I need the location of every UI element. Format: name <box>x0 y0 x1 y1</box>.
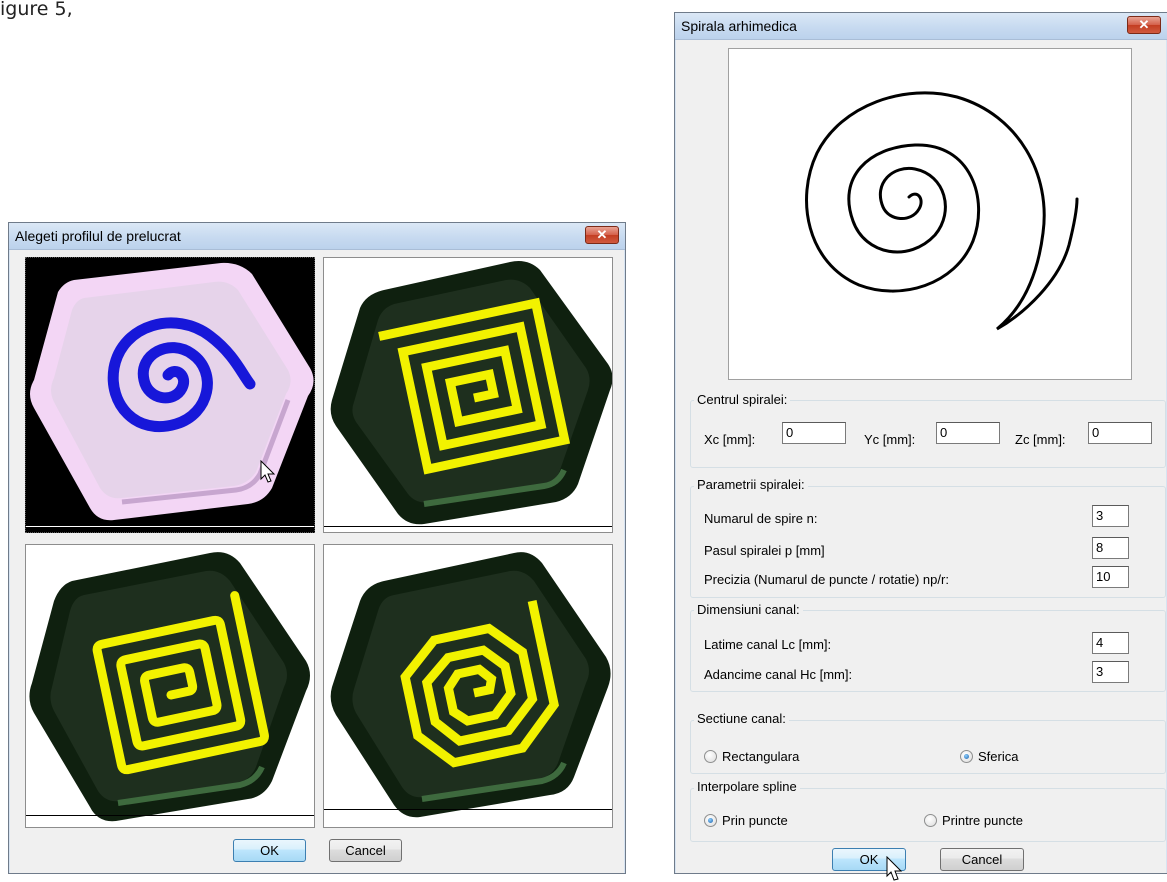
pitch-label: Pasul spiralei p [mm] <box>704 543 825 558</box>
rounded-square-spiral-preview <box>29 552 311 822</box>
square-spiral-preview <box>330 261 612 525</box>
tile-baseline <box>324 809 612 810</box>
mouse-cursor-icon <box>886 856 903 881</box>
profile-dialog-client: OK Cancel <box>10 250 624 873</box>
turns-input[interactable]: 3 <box>1092 505 1129 527</box>
xc-input[interactable]: 0 <box>782 422 846 444</box>
profile-dialog: Alegeti profilul de prelucrat ✕ OK Cance… <box>8 222 626 874</box>
precision-input[interactable]: 10 <box>1092 566 1129 588</box>
channel-width-label: Latime canal Lc [mm]: <box>704 637 832 652</box>
caption-fragment: igure 5, <box>0 0 73 20</box>
profile-tile-square-spiral[interactable] <box>323 257 613 533</box>
radio-printre-puncte[interactable] <box>924 814 937 827</box>
turns-label: Numarul de spire n: <box>704 511 818 526</box>
radio-sferica-label[interactable]: Sferica <box>978 749 1018 764</box>
channel-depth-label: Adancime canal Hc [mm]: <box>704 667 853 682</box>
channel-group-label: Dimensiuni canal: <box>694 602 803 617</box>
zc-label: Zc [mm]: <box>1015 432 1066 447</box>
channel-width-input[interactable]: 4 <box>1092 632 1129 654</box>
close-icon[interactable]: ✕ <box>1127 16 1161 34</box>
radio-prin-puncte[interactable] <box>704 814 717 827</box>
spline-group-label: Interpolare spline <box>694 779 800 794</box>
archimedean-spiral-preview <box>30 262 314 521</box>
section-group <box>690 720 1166 774</box>
octagonal-spiral-preview <box>330 552 611 818</box>
profile-tile-rounded-square-spiral[interactable] <box>25 544 315 828</box>
center-group-label: Centrul spiralei: <box>694 392 791 407</box>
tile-baseline <box>26 526 314 527</box>
radio-printre-puncte-label[interactable]: Printre puncte <box>942 813 1023 828</box>
zc-input[interactable]: 0 <box>1088 422 1152 444</box>
profile-tile-octagonal-spiral[interactable] <box>323 544 613 828</box>
mouse-cursor-icon <box>260 460 276 483</box>
tile-baseline <box>26 815 314 816</box>
close-icon[interactable]: ✕ <box>585 226 619 244</box>
spiral-preview-drawing <box>805 91 1079 331</box>
spiral-preview <box>728 48 1132 380</box>
profile-dialog-title: Alegeti profilul de prelucrat <box>15 228 181 244</box>
precision-label: Precizia (Numarul de puncte / rotatie) n… <box>704 572 949 587</box>
profile-dialog-titlebar[interactable]: Alegeti profilul de prelucrat ✕ <box>9 223 625 250</box>
radio-prin-puncte-label[interactable]: Prin puncte <box>722 813 788 828</box>
section-group-label: Sectiune canal: <box>694 711 789 726</box>
spiral-dialog-client: Centrul spiralei: Xc [mm]: 0 Yc [mm]: 0 … <box>676 40 1166 881</box>
yc-input[interactable]: 0 <box>936 422 1000 444</box>
yc-label: Yc [mm]: <box>864 432 916 447</box>
profile-tile-archimedean-spiral[interactable] <box>25 257 315 533</box>
pitch-input[interactable]: 8 <box>1092 537 1129 559</box>
spiral-dialog-titlebar[interactable]: Spirala arhimedica ✕ <box>675 13 1167 40</box>
spiral-dialog: Spirala arhimedica ✕ Centrul spiralei: X… <box>674 12 1167 881</box>
profile-ok-button[interactable]: OK <box>233 839 306 862</box>
profile-cancel-button[interactable]: Cancel <box>329 839 402 862</box>
spiral-dialog-title: Spirala arhimedica <box>681 18 797 34</box>
radio-sferica[interactable] <box>960 750 973 763</box>
tile-baseline <box>324 526 612 527</box>
channel-depth-input[interactable]: 3 <box>1092 661 1129 683</box>
radio-rectangulara-label[interactable]: Rectangulara <box>722 749 799 764</box>
spiral-cancel-button[interactable]: Cancel <box>940 848 1024 871</box>
params-group-label: Parametrii spiralei: <box>694 477 808 492</box>
xc-label: Xc [mm]: <box>704 432 756 447</box>
radio-rectangulara[interactable] <box>704 750 717 763</box>
